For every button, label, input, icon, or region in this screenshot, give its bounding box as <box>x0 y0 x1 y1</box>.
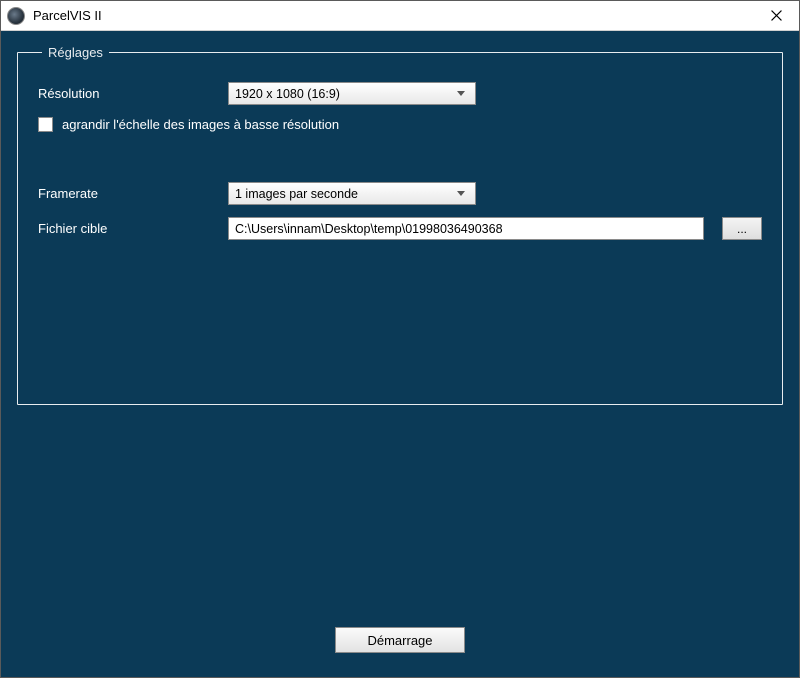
browse-button[interactable]: ... <box>722 217 762 240</box>
chevron-down-icon <box>453 83 469 104</box>
bottom-bar: Démarrage <box>1 627 799 653</box>
upscale-row: agrandir l'échelle des images à basse ré… <box>38 117 762 132</box>
settings-legend: Réglages <box>42 45 109 60</box>
client-area: Réglages Résolution 1920 x 1080 (16:9) a… <box>1 31 799 677</box>
framerate-dropdown[interactable]: 1 images par seconde <box>228 182 476 205</box>
resolution-row: Résolution 1920 x 1080 (16:9) <box>38 82 762 105</box>
close-icon <box>771 10 782 21</box>
upscale-checkbox[interactable] <box>38 117 53 132</box>
app-window: ParcelVIS II Réglages Résolution 1920 x … <box>0 0 800 678</box>
resolution-label: Résolution <box>38 86 228 101</box>
chevron-down-icon <box>453 183 469 204</box>
window-title: ParcelVIS II <box>33 8 753 23</box>
start-button[interactable]: Démarrage <box>335 627 465 653</box>
app-icon <box>7 7 25 25</box>
target-file-row: Fichier cible ... <box>38 217 762 240</box>
framerate-label: Framerate <box>38 186 228 201</box>
close-button[interactable] <box>753 1 799 31</box>
resolution-dropdown[interactable]: 1920 x 1080 (16:9) <box>228 82 476 105</box>
target-file-label: Fichier cible <box>38 221 228 236</box>
resolution-selected: 1920 x 1080 (16:9) <box>235 87 453 101</box>
target-file-input[interactable] <box>228 217 704 240</box>
titlebar: ParcelVIS II <box>1 1 799 31</box>
settings-group: Réglages Résolution 1920 x 1080 (16:9) a… <box>17 45 783 405</box>
upscale-label: agrandir l'échelle des images à basse ré… <box>62 117 339 132</box>
framerate-row: Framerate 1 images par seconde <box>38 182 762 205</box>
framerate-selected: 1 images par seconde <box>235 187 453 201</box>
